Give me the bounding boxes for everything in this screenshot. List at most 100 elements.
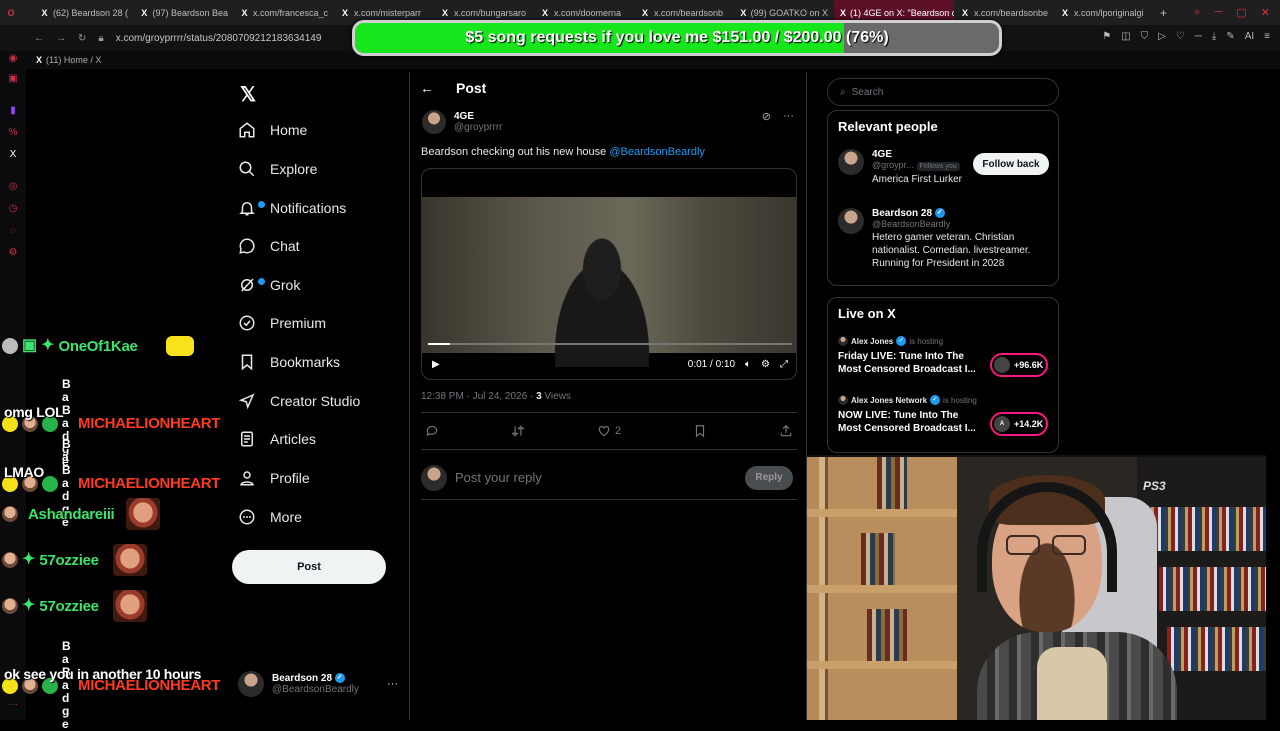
- browser-menu-tab[interactable]: O: [0, 0, 34, 25]
- author-name[interactable]: 4GE: [454, 111, 503, 122]
- x-logo-icon: X: [441, 7, 448, 18]
- search-tabs-icon[interactable]: ⌕: [1194, 6, 1200, 19]
- play-icon[interactable]: ▶: [432, 359, 440, 370]
- repost-action[interactable]: [511, 424, 525, 438]
- url-field[interactable]: x.com/groyprrrr/status/20807092121836341…: [116, 33, 322, 44]
- nav-chat[interactable]: Chat: [238, 231, 300, 261]
- tab-label: x.com/lporiginalgi: [1074, 7, 1144, 18]
- maximize-icon[interactable]: ▢: [1236, 6, 1246, 19]
- nav-notifications[interactable]: Notifications: [238, 193, 346, 223]
- fullscreen-icon[interactable]: ⤢: [780, 359, 788, 370]
- download-icon[interactable]: ⤓: [1212, 31, 1216, 42]
- user-badge-icon: [2, 338, 18, 354]
- back-icon[interactable]: ←: [34, 33, 44, 44]
- live-listeners-badge[interactable]: A +14.2K: [990, 412, 1048, 436]
- browser-tab[interactable]: Xx.com/francesca_c: [234, 0, 334, 25]
- nav-articles[interactable]: Articles: [238, 424, 316, 454]
- live-item[interactable]: Alex Jones ✓ is hosting Friday LIVE: Tun…: [838, 336, 1050, 377]
- avatar[interactable]: [838, 208, 864, 234]
- chat-username: OneOf1Kae: [58, 337, 138, 355]
- live-title: NOW LIVE: Tune Into The Most Censored Br…: [838, 410, 976, 434]
- x-logo-icon[interactable]: X: [7, 149, 19, 161]
- bookmark-item[interactable]: (11) Home / X: [46, 55, 101, 65]
- browser-tab[interactable]: Xx.com/lporiginalgi: [1054, 0, 1154, 25]
- bookmark-icon[interactable]: ⚑: [1102, 31, 1111, 42]
- x-logo-icon: X: [36, 55, 43, 65]
- back-arrow-icon[interactable]: ←: [420, 80, 434, 96]
- chat-bubble-icon[interactable]: ◌: [7, 225, 19, 237]
- play-icon[interactable]: ▷: [1158, 31, 1166, 42]
- forward-icon[interactable]: →: [56, 33, 66, 44]
- window-controls: ⌕ ─ ▢ ✕: [1194, 6, 1280, 19]
- nav-label: Home: [270, 122, 308, 138]
- settings-icon[interactable]: ⚙: [761, 359, 770, 370]
- donation-goal-bar: $5 song requests if you love me $151.00 …: [352, 20, 1002, 56]
- instagram-icon[interactable]: ▣: [7, 73, 19, 85]
- live-title: Friday LIVE: Tune Into The Most Censored…: [838, 351, 976, 375]
- post-timestamp[interactable]: 12:38 PM · Jul 24, 2026 ·: [421, 391, 536, 402]
- person-name[interactable]: Beardson 28: [872, 208, 932, 219]
- nav-creator-studio[interactable]: Creator Studio: [238, 386, 360, 416]
- grok-explain-icon[interactable]: ⊘: [762, 110, 771, 123]
- bookmark-action[interactable]: [693, 424, 707, 438]
- reply-button[interactable]: Reply: [745, 465, 793, 490]
- more-options-icon[interactable]: ···: [783, 110, 794, 123]
- post-actions: 2: [421, 412, 797, 450]
- share-icon: [780, 424, 792, 437]
- person-card[interactable]: Beardson 28 ✓ @BeardsonBeardly Hetero ga…: [838, 208, 1050, 270]
- like-action[interactable]: 2: [597, 424, 621, 438]
- account-switcher[interactable]: Beardson 28 ✓ @BeardsonBeardly ···: [238, 668, 398, 700]
- live-listeners-badge[interactable]: +96.6K: [990, 353, 1048, 377]
- video-player[interactable]: ▶ 0:01 / 0:10 🔈︎ ⚙ ⤢: [421, 168, 797, 380]
- volume-icon[interactable]: 🔈︎: [745, 359, 751, 370]
- screenshot-icon[interactable]: ◫: [1121, 31, 1130, 42]
- page-title: Post: [456, 80, 487, 96]
- shield-icon[interactable]: ⛉: [1141, 31, 1149, 42]
- live-item[interactable]: Alex Jones Network ✓ is hosting NOW LIVE…: [838, 395, 1050, 436]
- nav-bookmarks[interactable]: Bookmarks: [238, 347, 340, 377]
- discord-icon[interactable]: %: [7, 127, 19, 139]
- player-icon[interactable]: ◎: [7, 181, 19, 193]
- nav-label: Articles: [270, 431, 316, 447]
- book-row: [1167, 627, 1266, 671]
- reply-action[interactable]: [425, 424, 439, 438]
- heart-icon: [598, 426, 610, 437]
- share-action[interactable]: [779, 424, 793, 438]
- nav-premium[interactable]: Premium: [238, 308, 326, 338]
- search-input[interactable]: ⌕ Search: [827, 78, 1059, 106]
- shelf-board: [807, 661, 957, 669]
- person-name[interactable]: 4GE: [872, 149, 962, 160]
- mention-link[interactable]: @BeardsonBeardly: [609, 146, 705, 158]
- close-window-icon[interactable]: ✕: [1261, 6, 1270, 19]
- video-frame[interactable]: [422, 197, 796, 367]
- twitch-icon[interactable]: ▮: [7, 105, 19, 117]
- wand-icon[interactable]: ✎: [1226, 31, 1234, 42]
- account-more-icon[interactable]: ···: [387, 678, 398, 690]
- reload-icon[interactable]: ↻: [78, 33, 86, 44]
- settings-icon[interactable]: ⚙: [7, 247, 19, 259]
- book-row: [861, 533, 895, 585]
- nav-grok[interactable]: Grok: [238, 270, 300, 300]
- post-tools: ⊘ ···: [762, 110, 794, 123]
- nav-explore[interactable]: Explore: [238, 154, 317, 184]
- browser-tab[interactable]: X (62) Beardson 28 (: [34, 0, 134, 25]
- minimize-icon[interactable]: ─: [1215, 6, 1223, 19]
- new-tab-icon[interactable]: +: [1154, 6, 1173, 20]
- avatar[interactable]: [422, 110, 446, 134]
- messenger-icon[interactable]: ◉: [7, 53, 19, 65]
- browser-tab[interactable]: X (97) Beardson Bea: [134, 0, 234, 25]
- follow-back-button[interactable]: Follow back: [973, 153, 1049, 175]
- x-logo-icon[interactable]: 𝕏: [240, 82, 256, 107]
- nav-more[interactable]: More: [238, 502, 302, 532]
- reply-input[interactable]: Post your reply: [455, 470, 737, 485]
- ai-button[interactable]: AI: [1245, 31, 1254, 42]
- post-author[interactable]: 4GE @groyprrrr: [422, 110, 503, 134]
- heart-icon[interactable]: ♡: [1176, 31, 1185, 42]
- avatar[interactable]: [838, 149, 864, 175]
- menu-icon[interactable]: ≡: [1264, 31, 1270, 42]
- history-icon[interactable]: ◷: [7, 203, 19, 215]
- post-button[interactable]: Post: [232, 550, 386, 584]
- video-progress-bar[interactable]: [428, 343, 792, 345]
- nav-home[interactable]: Home: [238, 115, 307, 145]
- nav-profile[interactable]: Profile: [238, 463, 310, 493]
